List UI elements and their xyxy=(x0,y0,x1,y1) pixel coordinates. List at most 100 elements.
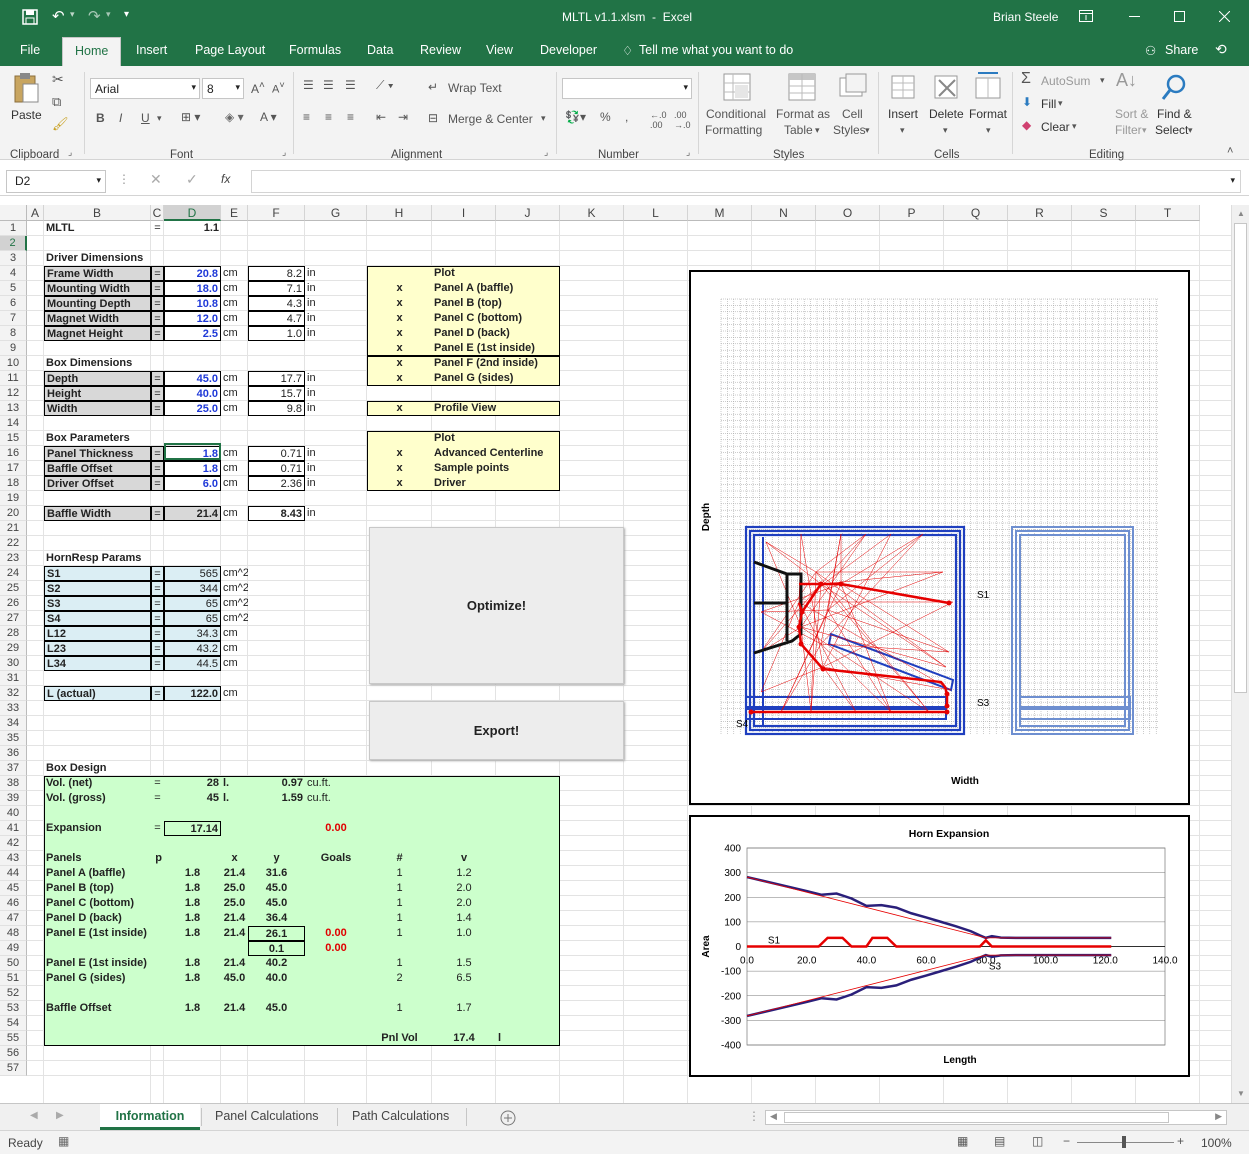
column-header-l[interactable]: L xyxy=(624,205,688,221)
cell-b53[interactable]: Baffle Offset xyxy=(44,1001,151,1016)
cell-b29[interactable]: L23 xyxy=(44,641,151,656)
cell-styles-icon[interactable] xyxy=(838,72,868,102)
row-header[interactable]: 55 xyxy=(0,1031,27,1046)
panel-row-y[interactable]: 31.6 xyxy=(248,866,305,881)
cell-i15[interactable]: Plot xyxy=(432,431,560,446)
bottom-align-icon[interactable]: ☰ xyxy=(345,78,356,92)
clipboard-launcher-icon[interactable]: ⌟ xyxy=(68,147,72,158)
cell-b5[interactable]: Mounting Width xyxy=(44,281,151,296)
cell-d45[interactable]: 1.8 xyxy=(164,881,221,896)
cell-h13[interactable]: x xyxy=(367,401,432,416)
row-header[interactable]: 16 xyxy=(0,446,27,461)
row-header[interactable]: 41 xyxy=(0,821,27,836)
cell-b11[interactable]: Depth xyxy=(44,371,151,386)
cell-e29[interactable]: cm xyxy=(221,641,248,656)
cell-g41[interactable]: 0.00 xyxy=(305,821,367,836)
row-header[interactable]: 38 xyxy=(0,776,27,791)
cell-e26[interactable]: cm^2 xyxy=(221,596,248,611)
column-header-b[interactable]: B xyxy=(44,205,151,221)
format-as-table-icon[interactable] xyxy=(787,72,817,102)
column-header-j[interactable]: J xyxy=(496,205,560,221)
cell-e6[interactable]: cm xyxy=(221,296,248,311)
sort-filter-button[interactable]: Sort & xyxy=(1115,107,1148,121)
cell-d49[interactable] xyxy=(164,941,221,956)
profile-chart[interactable]: Depth Width S1 S3 S4 xyxy=(689,270,1190,805)
cell-g16[interactable]: in xyxy=(305,446,367,461)
tab-page-layout[interactable]: Page Layout xyxy=(195,43,265,57)
cell-e44[interactable]: 21.4 xyxy=(221,866,248,881)
cell-h45[interactable]: 1 xyxy=(367,881,432,896)
cell-b26[interactable]: S3 xyxy=(44,596,151,611)
row-header[interactable]: 48 xyxy=(0,926,27,941)
panel-row-label[interactable]: Panel A (baffle) xyxy=(44,866,151,881)
cell-d11[interactable]: 45.0 xyxy=(164,371,221,386)
cell-g50[interactable] xyxy=(305,956,367,971)
enter-formula-icon[interactable]: ✓ xyxy=(186,171,198,188)
cell-d4[interactable]: 20.8 xyxy=(164,266,221,281)
find-select-icon[interactable] xyxy=(1160,72,1188,102)
cell-c43[interactable]: p xyxy=(151,851,164,866)
panel-row-y[interactable]: 40.2 xyxy=(248,956,305,971)
tell-me-input[interactable]: Tell me what you want to do xyxy=(639,43,793,57)
column-header-q[interactable]: Q xyxy=(944,205,1008,221)
undo-dropdown-icon[interactable]: ▾ xyxy=(70,9,75,20)
row-header[interactable]: 54 xyxy=(0,1016,27,1031)
user-name[interactable]: Brian Steele xyxy=(993,10,1058,24)
collapse-ribbon-icon[interactable]: ˄ xyxy=(1227,145,1233,157)
tab-view[interactable]: View xyxy=(486,43,513,57)
borders-icon[interactable]: ⊞ ▾ xyxy=(181,110,200,124)
plot-toggle-pg[interactable]: Panel G (sides) xyxy=(432,371,560,386)
cell-c17[interactable]: = xyxy=(151,461,164,476)
cell-e17[interactable]: cm xyxy=(221,461,248,476)
cell-c13[interactable]: = xyxy=(151,401,164,416)
cell-d47[interactable]: 1.8 xyxy=(164,911,221,926)
cell-c32[interactable]: = xyxy=(151,686,164,701)
row-header[interactable]: 31 xyxy=(0,671,27,686)
normal-view-icon[interactable]: ▦ xyxy=(957,1134,968,1148)
column-header-k[interactable]: K xyxy=(560,205,624,221)
cell-g11[interactable]: in xyxy=(305,371,367,386)
cell-f16[interactable]: 0.71 xyxy=(248,446,305,461)
cell-b41[interactable]: Expansion xyxy=(44,821,151,836)
cell-b20[interactable]: Baffle Width xyxy=(44,506,151,521)
row-header[interactable]: 21 xyxy=(0,521,27,536)
cell-c24[interactable]: = xyxy=(151,566,164,581)
cell-f5[interactable]: 7.1 xyxy=(248,281,305,296)
column-header-c[interactable]: C xyxy=(151,205,164,221)
cell-d50[interactable]: 1.8 xyxy=(164,956,221,971)
row-header[interactable]: 24 xyxy=(0,566,27,581)
row-header[interactable]: 14 xyxy=(0,416,27,431)
formula-input[interactable]: ▾ xyxy=(251,170,1241,193)
cell-h50[interactable]: 1 xyxy=(367,956,432,971)
cell-g18[interactable]: in xyxy=(305,476,367,491)
prev-sheet-icon[interactable]: ◀ xyxy=(30,1110,38,1121)
cell-g17[interactable]: in xyxy=(305,461,367,476)
cell-h47[interactable]: 1 xyxy=(367,911,432,926)
cell-f18[interactable]: 2.36 xyxy=(248,476,305,491)
save-icon[interactable] xyxy=(22,9,38,25)
panel-row-y[interactable]: 36.4 xyxy=(248,911,305,926)
cell-b16[interactable]: Panel Thickness xyxy=(44,446,151,461)
cell-g20[interactable]: in xyxy=(305,506,367,521)
cell-b17[interactable]: Baffle Offset xyxy=(44,461,151,476)
cell-h46[interactable]: 1 xyxy=(367,896,432,911)
cell-styles-button[interactable]: Cell xyxy=(842,107,863,121)
cell-g4[interactable]: in xyxy=(305,266,367,281)
tab-file[interactable]: File xyxy=(20,43,40,57)
cell-d39[interactable]: 45 xyxy=(164,791,221,806)
cell-e27[interactable]: cm^2 xyxy=(221,611,248,626)
increase-decimal-icon[interactable]: ←.0.00 xyxy=(650,110,667,130)
section-box-design[interactable]: Box Design xyxy=(44,761,151,776)
cancel-formula-icon[interactable]: ✕ xyxy=(150,171,162,188)
column-header-i[interactable]: I xyxy=(432,205,496,221)
row-header[interactable]: 18 xyxy=(0,476,27,491)
row-header[interactable]: 52 xyxy=(0,986,27,1001)
panel-row-label[interactable]: Panel B (top) xyxy=(44,881,151,896)
row-header[interactable]: 12 xyxy=(0,386,27,401)
cell-e45[interactable]: 25.0 xyxy=(221,881,248,896)
cell-b28[interactable]: L12 xyxy=(44,626,151,641)
paste-button[interactable]: Paste xyxy=(11,108,42,122)
column-header-d[interactable]: D xyxy=(164,205,221,221)
plot-toggle-acl[interactable]: Advanced Centerline xyxy=(432,446,560,461)
row-header[interactable]: 5 xyxy=(0,281,27,296)
